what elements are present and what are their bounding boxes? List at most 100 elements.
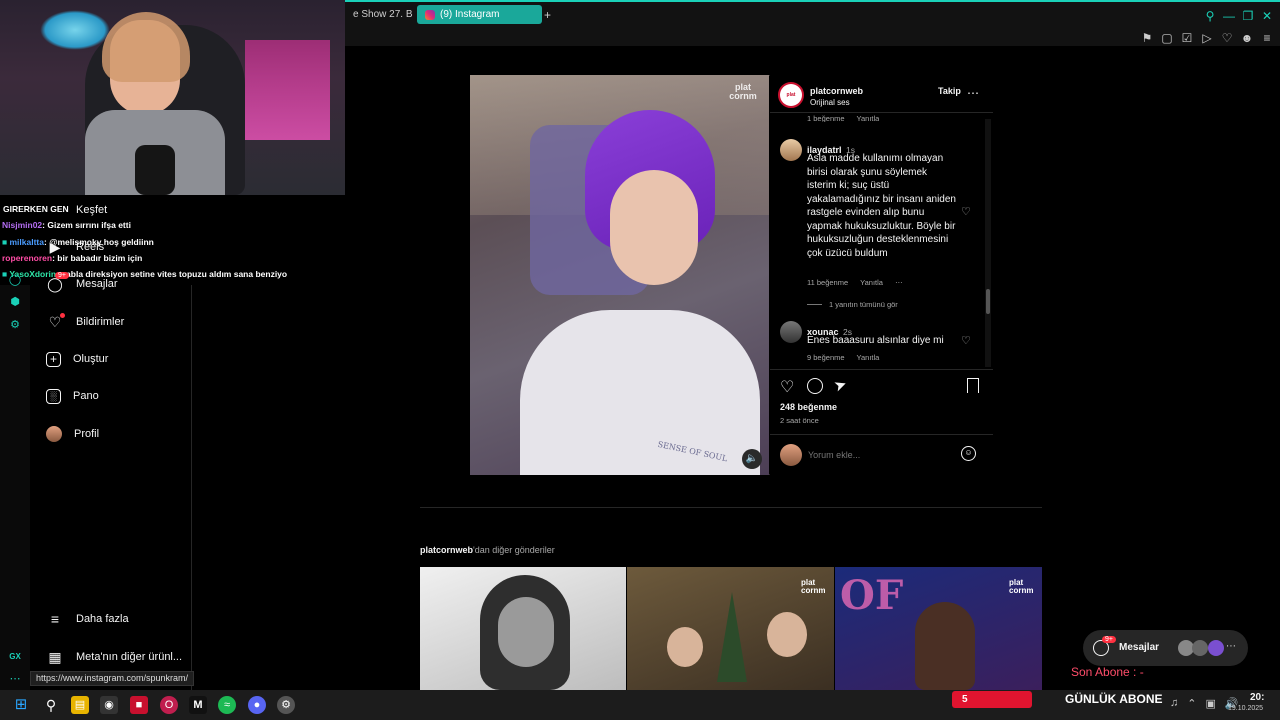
- nav-explore[interactable]: Keşfet: [46, 199, 107, 221]
- heart-icon[interactable]: ♡: [1220, 31, 1234, 45]
- comment-icon[interactable]: [807, 378, 823, 394]
- comment-input[interactable]: [808, 446, 948, 464]
- new-tab-button[interactable]: +: [544, 8, 551, 22]
- my-avatar: [780, 444, 802, 466]
- minimize-icon[interactable]: —: [1222, 9, 1236, 23]
- nav-notifications[interactable]: ♡ Bildirimler: [46, 311, 125, 333]
- more-options-icon[interactable]: ⋯: [967, 86, 979, 100]
- post-thumbnail[interactable]: OF plat cornm: [835, 567, 1042, 690]
- snapshot-icon[interactable]: ▢: [1160, 31, 1174, 45]
- streamer-hair: [102, 12, 190, 82]
- webcam-overlay: [0, 0, 345, 195]
- app-icon[interactable]: ■: [130, 696, 148, 714]
- divider: [770, 112, 993, 113]
- search-icon[interactable]: ⚲: [1203, 9, 1217, 23]
- nav-create[interactable]: + Oluştur: [46, 348, 108, 370]
- save-icon[interactable]: [967, 378, 979, 393]
- monitor-icon[interactable]: ▣: [1205, 697, 1215, 710]
- chart-icon: ░: [46, 388, 61, 404]
- avatar: [46, 426, 62, 442]
- thumb-face: [767, 612, 807, 657]
- daily-subs-label: GÜNLÜK ABONE: [1065, 692, 1163, 706]
- play-icon[interactable]: ▷: [1200, 31, 1214, 45]
- close-icon[interactable]: ✕: [1260, 9, 1274, 23]
- follow-button[interactable]: Takip: [938, 86, 961, 96]
- settings-icon[interactable]: ⚙: [8, 318, 22, 332]
- nav-dashboard[interactable]: ░ Pano: [46, 385, 99, 407]
- mic-icon[interactable]: ♫: [1170, 697, 1178, 710]
- like-comment-icon[interactable]: ♡: [961, 334, 971, 347]
- nav-label: Bildirimler: [76, 316, 125, 328]
- nav-reels[interactable]: ▶ Reels: [46, 236, 105, 258]
- emoji-icon[interactable]: ☺: [961, 446, 976, 461]
- windows-start-icon[interactable]: ⊞: [12, 696, 30, 714]
- clock-date: 19.10.2025: [1228, 705, 1264, 712]
- tab-show[interactable]: e Show 27. Bölü: [345, 5, 413, 24]
- messages-pill-label: Mesajlar: [1119, 642, 1160, 653]
- gx-icon[interactable]: GX: [8, 650, 22, 664]
- opera-gx-icon[interactable]: O: [160, 696, 178, 714]
- obs-icon[interactable]: ◉: [100, 696, 118, 714]
- view-replies-link[interactable]: 1 yanıtın tümünü gör: [829, 300, 898, 309]
- more-posts-heading: platcornweb'dan diğer gönderiler: [420, 545, 555, 555]
- discord-icon[interactable]: ●: [248, 696, 266, 714]
- restore-icon[interactable]: ❐: [1241, 9, 1255, 23]
- shelf-lights: [245, 40, 330, 140]
- post-thumbnail[interactable]: [420, 567, 626, 690]
- tab-instagram[interactable]: (9) Instagram: [417, 5, 542, 24]
- thumb-tree: [717, 592, 747, 682]
- post-thumbnail[interactable]: plat cornm: [627, 567, 834, 690]
- reply-link[interactable]: Yanıtla: [860, 278, 883, 287]
- post-video[interactable]: SENSE OF SOUL plat cornm 🔈: [470, 75, 769, 475]
- messages-pill-badge: 9+: [1102, 636, 1116, 643]
- nav-meta[interactable]: ▦ Meta'nın diğer ürünl...: [46, 646, 182, 668]
- hamburger-icon: ≡: [50, 611, 60, 627]
- file-explorer-icon[interactable]: ▤: [71, 696, 89, 714]
- chevron-icon[interactable]: ⌃: [1187, 697, 1196, 710]
- heading-username[interactable]: platcornweb: [420, 545, 473, 555]
- spotify-icon[interactable]: ≈: [218, 696, 236, 714]
- nav-profile[interactable]: Profil: [46, 423, 99, 445]
- nav-label: Keşfet: [76, 204, 108, 216]
- likes-count[interactable]: 11 beğenme: [807, 278, 848, 287]
- thumb-watermark: plat cornm: [1009, 578, 1034, 595]
- chat-text: : Gizem sırrını ifşa etti: [42, 220, 131, 230]
- author-avatar[interactable]: plat: [778, 82, 804, 108]
- comments-scrollbar[interactable]: [985, 119, 991, 367]
- reply-link[interactable]: Yanıtla: [857, 114, 880, 122]
- whatsapp-icon[interactable]: ◯: [8, 273, 22, 287]
- thumb-bg-letters: OF: [840, 572, 904, 619]
- nav-label: Meta'nın diğer ürünl...: [76, 651, 183, 663]
- thumb-face: [667, 627, 703, 667]
- reply-link[interactable]: Yanıtla: [857, 353, 880, 362]
- comment-meta: 9 beğenme Yanıtla: [807, 353, 879, 362]
- nav-more[interactable]: ≡ Daha fazla: [46, 608, 129, 630]
- like-comment-icon[interactable]: ♡: [961, 205, 971, 218]
- comment-more-icon[interactable]: ⋯: [895, 278, 903, 287]
- author-name[interactable]: platcornweb: [810, 86, 863, 96]
- heading-text: 'dan diğer gönderiler: [473, 545, 555, 555]
- likes-total[interactable]: 248 beğenme: [780, 402, 837, 412]
- search-icon[interactable]: ⚲: [42, 696, 60, 714]
- likes-count[interactable]: 9 beğenme: [807, 353, 845, 362]
- reels-icon: ▶: [49, 238, 61, 255]
- more-icon: ⋯: [1226, 641, 1236, 652]
- pin-icon[interactable]: ⚑: [1140, 31, 1154, 45]
- audio-label[interactable]: Orijinal ses: [810, 98, 850, 107]
- app-icon[interactable]: ⚙: [277, 696, 295, 714]
- shield-icon[interactable]: ☑: [1180, 31, 1194, 45]
- comment-text: Enes baaasuru alsınlar diye mi: [807, 335, 944, 346]
- like-icon[interactable]: ♡: [780, 377, 794, 397]
- instagram-icon: [425, 9, 435, 20]
- app-m-icon[interactable]: M: [189, 696, 207, 714]
- tabs-icon[interactable]: ⬢: [8, 295, 22, 309]
- nav-label: Mesajlar: [76, 278, 118, 290]
- menu-icon[interactable]: ≡: [1260, 31, 1274, 45]
- avatar: [1208, 640, 1224, 656]
- commenter-avatar[interactable]: [780, 139, 802, 161]
- sub-counter: 5: [952, 691, 1032, 708]
- more-icon[interactable]: ⋯: [8, 672, 22, 686]
- commenter-avatar[interactable]: [780, 321, 802, 343]
- profile-icon[interactable]: ☻: [1240, 31, 1254, 45]
- mute-icon[interactable]: 🔈: [742, 449, 762, 469]
